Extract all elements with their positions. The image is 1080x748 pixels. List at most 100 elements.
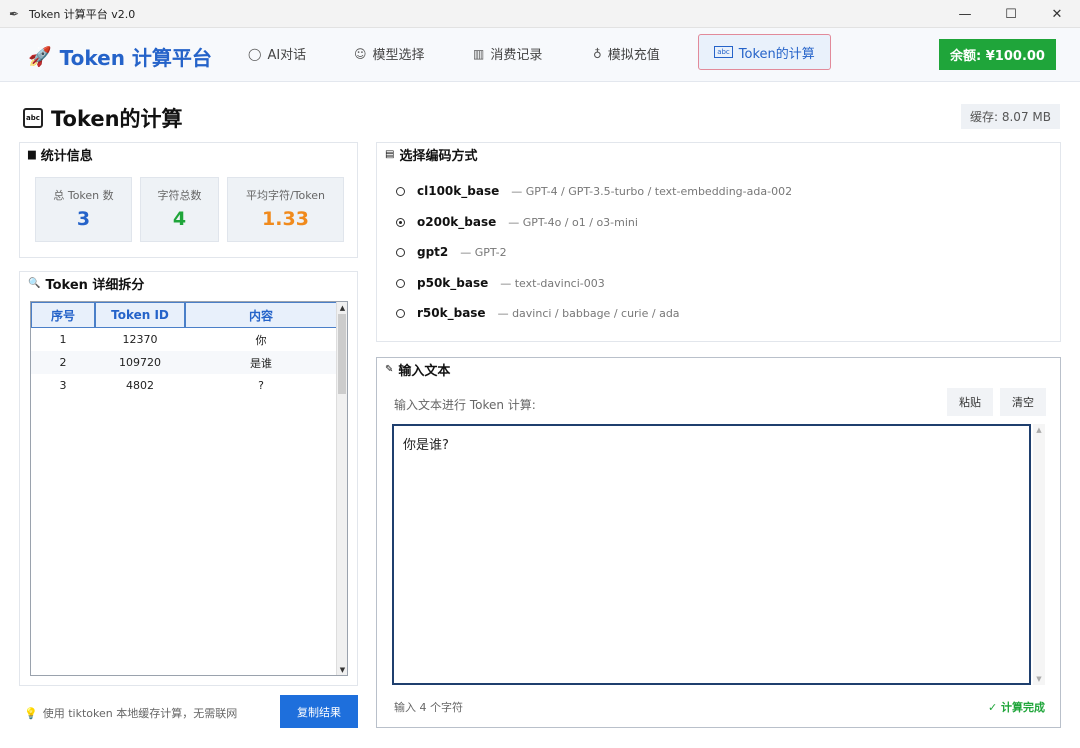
encoding-panel-title: ▤ 选择编码方式 [385,145,477,164]
input-panel-title: ✎ 输入文本 [385,360,450,379]
offline-hint-text: 使用 tiktoken 本地缓存计算，无需联网 [42,707,238,720]
cache-size-badge: 缓存: 8.07 MB [961,104,1060,129]
option-desc: — davinci / babbage / curie / ada [497,306,680,320]
stat-avg-chars: 平均字符/Token 1.33 [227,177,344,242]
minimize-button[interactable]: — [942,0,988,28]
magnifier-icon: 🔍 [28,278,41,289]
stats-panel-title: ▆ 统计信息 [28,145,93,164]
breakdown-panel-title: 🔍 Token 详细拆分 [28,274,144,293]
input-panel: ✎ 输入文本 输入文本进行 Token 计算: 粘贴 清空 你是谁? ▲ ▼ 输… [376,357,1061,728]
column-header-index[interactable]: 序号 [31,302,95,328]
copy-result-button[interactable]: 复制结果 [280,695,358,728]
balance-badge[interactable]: 余额: ¥100.00 [939,39,1056,70]
cell-index: 2 [59,356,67,369]
textarea-scrollbar[interactable]: ▲ ▼ [1033,424,1045,685]
offline-hint: 💡 使用 tiktoken 本地缓存计算，无需联网 [24,705,237,721]
radio-button[interactable] [396,278,405,288]
table-header: 序号 Token ID 内容 [31,302,337,328]
option-desc: — GPT-4 / GPT-3.5-turbo / text-embedding… [511,184,793,198]
breakdown-title-text: Token 详细拆分 [45,278,145,293]
robot-icon: ☺ [354,46,367,61]
column-header-content[interactable]: 内容 [185,302,337,328]
scroll-up-arrow-icon[interactable]: ▲ [337,302,348,313]
title-bar: ✒ Token 计算平台 v2.0 — ☐ ✕ [0,0,1080,28]
cell-token-id: 4802 [126,379,154,392]
table-row[interactable]: 2 109720 是谁 [31,351,337,374]
cell-token-id: 109720 [119,356,161,369]
radio-button-selected[interactable] [396,217,405,227]
encoding-panel: ▤ 选择编码方式 cl100k_base — GPT-4 / GPT-3.5-t… [376,142,1061,342]
nav-consumption-records[interactable]: ▥ 消费记录 [473,44,542,64]
radio-button[interactable] [396,308,405,318]
paste-button[interactable]: 粘贴 [947,388,993,416]
radio-button[interactable] [396,186,405,196]
cell-index: 3 [59,379,67,392]
brand-logo: 🚀 Token 计算平台 [28,42,212,71]
nav-recharge[interactable]: ♁ 模拟充值 [593,44,660,64]
encoding-option-o200k[interactable]: o200k_base — GPT-4o / o1 / o3-mini [396,215,638,229]
maximize-button[interactable]: ☐ [988,0,1034,28]
encoding-title-text: 选择编码方式 [399,149,478,164]
nav-token-calc-label: Token的计算 [738,46,815,62]
rocket-icon: 🚀 [28,46,52,68]
stat-total-tokens: 总 Token 数 3 [35,177,132,242]
encoding-option-r50k[interactable]: r50k_base — davinci / babbage / curie / … [396,306,680,320]
radio-button[interactable] [396,247,405,257]
char-count: 输入 4 个字符 [394,701,463,714]
clear-button[interactable]: 清空 [1000,388,1046,416]
nav-model-select-label: 模型选择 [372,48,425,63]
table-row[interactable]: 3 4802 ? [31,374,337,397]
token-table[interactable]: 序号 Token ID 内容 1 12370 你 2 109720 是谁 3 4… [30,301,348,676]
page-title-text: Token的计算 [51,107,183,131]
nav-token-calc[interactable]: abc Token的计算 [698,34,831,70]
option-name: p50k_base [417,276,489,290]
cell-content: ? [258,379,264,392]
nav-recharge-label: 模拟充值 [607,48,660,63]
pencil-icon: ✎ [385,364,394,375]
chat-bubble-icon: ◯ [248,46,262,61]
close-button[interactable]: ✕ [1034,0,1080,28]
stat-total-tokens-label: 总 Token 数 [53,189,114,202]
clipboard-icon: ▤ [385,149,395,160]
stat-total-tokens-value: 3 [76,208,91,230]
column-header-token-id[interactable]: Token ID [95,302,185,328]
cell-content: 你 [255,333,267,347]
option-desc: — text-davinci-003 [500,276,605,290]
scroll-down-arrow-icon[interactable]: ▼ [337,664,348,675]
chart-icon: ▆ [28,149,36,160]
scroll-thumb[interactable] [338,314,346,394]
nav-model-select[interactable]: ☺ 模型选择 [354,44,425,64]
scroll-up-arrow-icon[interactable]: ▲ [1033,424,1045,436]
cell-index: 1 [59,333,67,346]
top-nav: 🚀 Token 计算平台 ◯ AI对话 ☺ 模型选择 ▥ 消费记录 ♁ 模拟充值… [0,28,1080,82]
window-title: Token 计算平台 v2.0 [29,7,136,21]
encoding-option-gpt2[interactable]: gpt2 — GPT-2 [396,245,507,259]
abc-icon: abc [714,46,733,58]
stat-avg-chars-value: 1.33 [262,208,309,230]
feather-icon: ✒ [9,6,20,21]
token-breakdown-panel: 🔍 Token 详细拆分 序号 Token ID 内容 1 12370 你 2 … [19,271,358,686]
option-name: r50k_base [417,306,486,320]
stat-avg-chars-label: 平均字符/Token [245,189,325,202]
stat-char-count: 字符总数 4 [140,177,219,242]
calc-status: ✓ 计算完成 [988,701,1046,714]
option-desc: — GPT-2 [460,245,507,259]
text-input-area[interactable]: 你是谁? [392,424,1031,685]
cell-content: 是谁 [250,356,272,370]
encoding-option-cl100k[interactable]: cl100k_base — GPT-4 / GPT-3.5-turbo / te… [396,184,792,198]
nav-ai-chat-label: AI对话 [267,48,307,63]
stats-title-text: 统计信息 [40,149,93,164]
page-title: abc Token的计算 [23,103,183,133]
input-prompt: 输入文本进行 Token 计算: [394,398,536,412]
lightbulb-icon: 💡 [24,706,38,720]
encoding-option-p50k[interactable]: p50k_base — text-davinci-003 [396,276,605,290]
stat-char-count-label: 字符总数 [157,189,202,202]
nav-ai-chat[interactable]: ◯ AI对话 [248,44,307,64]
cell-token-id: 12370 [122,333,158,346]
option-desc: — GPT-4o / o1 / o3-mini [508,215,638,229]
table-scrollbar[interactable]: ▲ ▼ [336,302,347,675]
option-name: o200k_base [417,215,497,229]
bar-chart-icon: ▥ [473,46,485,61]
scroll-down-arrow-icon[interactable]: ▼ [1033,673,1045,685]
table-row[interactable]: 1 12370 你 [31,328,337,351]
